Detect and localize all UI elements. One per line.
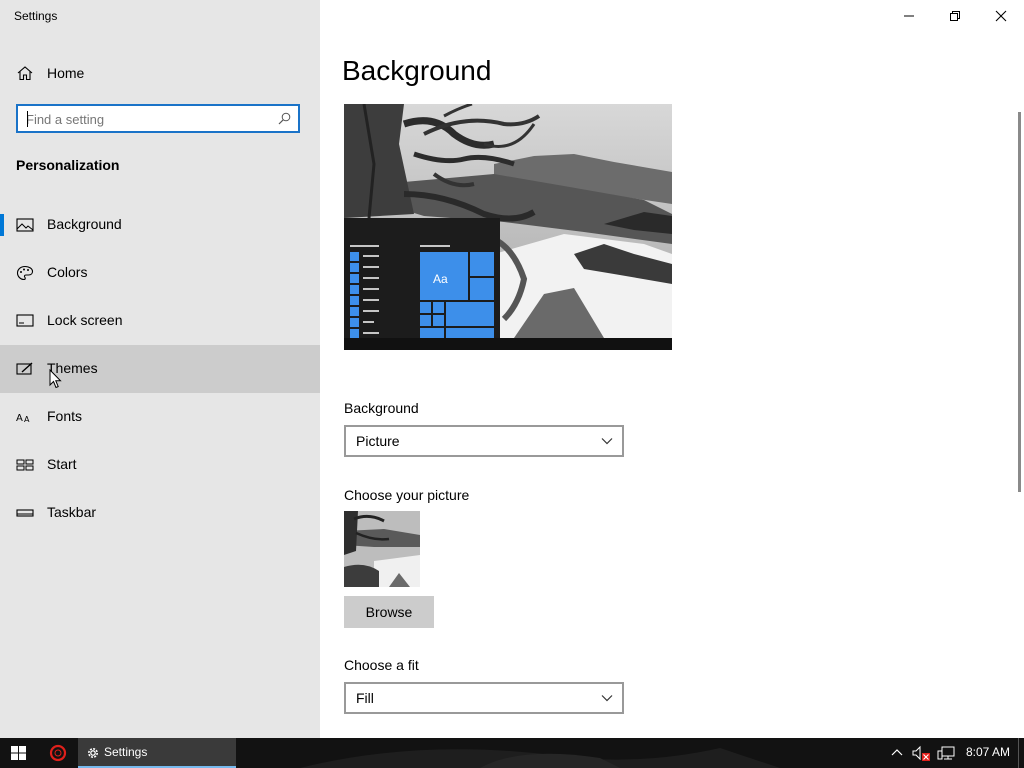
home-icon: [17, 66, 33, 81]
sidebar-item-fonts[interactable]: A A Fonts: [0, 393, 320, 441]
sidebar-item-label: Home: [47, 65, 85, 81]
browse-button[interactable]: Browse: [344, 596, 434, 628]
page-title: Background: [342, 55, 492, 86]
chevron-down-icon: [601, 695, 613, 702]
restore-icon: [950, 11, 960, 21]
choose-fit-label: Choose a fit: [344, 657, 419, 673]
preview-tile-text: Aa: [433, 272, 448, 286]
network-icon[interactable]: [937, 745, 957, 761]
windows-logo-icon: [11, 746, 26, 760]
preview-start-tiles: [350, 245, 494, 338]
cortana-button[interactable]: [40, 738, 76, 768]
dropdown-value: Picture: [356, 433, 400, 449]
start-icon: [16, 459, 34, 471]
chevron-up-icon[interactable]: [890, 745, 904, 761]
sidebar-item-taskbar[interactable]: Taskbar: [0, 489, 320, 537]
search-input[interactable]: [26, 109, 266, 129]
mouse-cursor-icon: [49, 369, 62, 389]
background-type-label: Background: [344, 400, 419, 416]
taskbar-icon: [16, 509, 34, 517]
sidebar-item-label: Taskbar: [47, 504, 97, 520]
sidebar-item-label: Start: [47, 456, 77, 472]
minimize-icon: [904, 15, 914, 17]
taskbar: Settings 8:07 AM: [0, 738, 1024, 768]
choose-fit-dropdown[interactable]: Fill: [344, 682, 624, 714]
section-title: Personalization: [16, 157, 120, 173]
fonts-icon: A A: [16, 413, 30, 424]
sidebar-item-label: Lock screen: [47, 312, 123, 328]
cortana-icon: [49, 744, 67, 762]
sidebar-item-start[interactable]: Start: [0, 441, 320, 489]
gear-icon: [88, 748, 98, 758]
start-button[interactable]: [0, 738, 38, 768]
minimize-button[interactable]: [886, 0, 932, 32]
close-button[interactable]: [978, 0, 1024, 32]
sidebar-item-label: Colors: [47, 264, 88, 280]
selection-indicator: [0, 214, 4, 236]
picture-icon: [16, 218, 34, 232]
app-title: Settings: [14, 9, 58, 23]
show-desktop-button[interactable]: [1018, 738, 1024, 768]
scrollbar[interactable]: [1018, 112, 1021, 492]
sidebar-item-background[interactable]: Background: [0, 201, 320, 249]
sidebar-item-colors[interactable]: Colors: [0, 249, 320, 297]
sidebar-item-lock-screen[interactable]: Lock screen: [0, 297, 320, 345]
picture-thumbnail-image: [344, 511, 420, 587]
background-type-dropdown[interactable]: Picture: [344, 425, 624, 457]
choose-picture-label: Choose your picture: [344, 487, 470, 503]
sidebar-item-themes[interactable]: Themes: [0, 345, 320, 393]
search-icon[interactable]: [278, 112, 291, 125]
sidebar-item-home[interactable]: Home: [0, 57, 320, 89]
background-preview: Aa: [344, 104, 672, 350]
dropdown-value: Fill: [356, 690, 374, 706]
lock-screen-icon: [16, 314, 34, 327]
svg-text:A: A: [16, 413, 23, 424]
settings-window: Settings Home Personalization Background: [0, 0, 1024, 738]
close-icon: [995, 10, 1007, 22]
preview-start-menu: [344, 218, 500, 338]
themes-icon: [16, 362, 33, 375]
text-caret: [27, 111, 28, 127]
chevron-down-icon: [601, 438, 613, 445]
sidebar: Settings Home Personalization Background: [0, 0, 320, 738]
svg-text:A: A: [24, 415, 30, 424]
preview-taskbar: [344, 338, 672, 350]
sidebar-item-label: Background: [47, 216, 122, 232]
sidebar-item-label: Fonts: [47, 408, 83, 424]
search-box[interactable]: [16, 104, 300, 133]
taskbar-clock[interactable]: 8:07 AM: [966, 745, 1010, 759]
taskbar-app-label: Settings: [104, 745, 148, 759]
picture-thumbnail[interactable]: [344, 511, 420, 587]
palette-icon: [16, 265, 34, 281]
volume-muted-icon[interactable]: [911, 745, 931, 761]
taskbar-settings-app[interactable]: Settings: [78, 738, 236, 768]
restore-button[interactable]: [932, 0, 978, 32]
